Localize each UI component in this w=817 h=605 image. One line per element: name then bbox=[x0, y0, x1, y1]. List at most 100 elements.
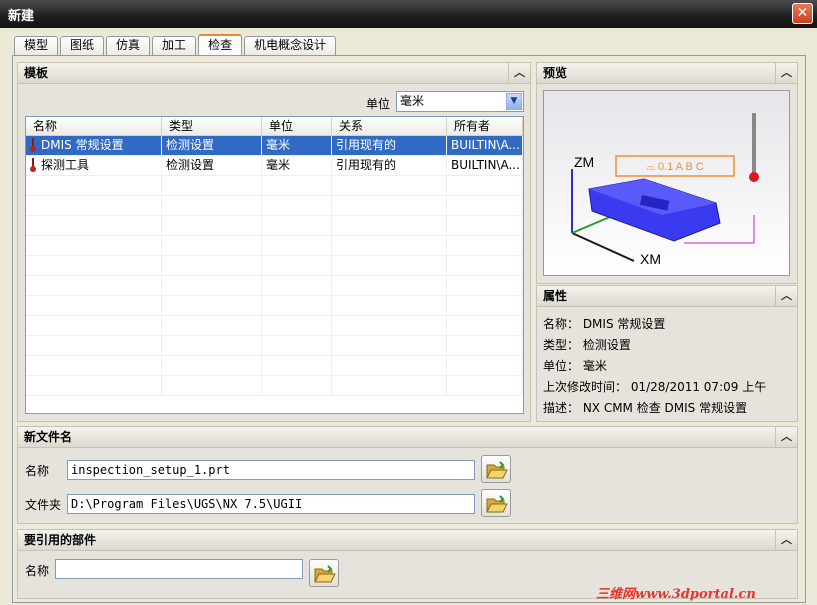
empty-cell bbox=[162, 176, 262, 195]
row-type-cell: 检测设置 bbox=[162, 156, 262, 175]
properties-panel-header[interactable]: 属性 ︿ bbox=[536, 285, 798, 307]
empty-cell bbox=[262, 196, 332, 215]
chevron-up-icon[interactable]: ︿ bbox=[775, 63, 797, 83]
empty-cell bbox=[162, 236, 262, 255]
empty-cell bbox=[447, 216, 523, 235]
empty-cell bbox=[332, 236, 447, 255]
empty-table-row bbox=[26, 296, 523, 316]
empty-table-row bbox=[26, 376, 523, 396]
column-header-unit[interactable]: 单位 bbox=[262, 117, 332, 135]
tab-model[interactable]: 模型 bbox=[14, 36, 59, 55]
empty-cell bbox=[447, 276, 523, 295]
empty-cell bbox=[332, 336, 447, 355]
table-row[interactable]: 探测工具 检测设置 毫米 引用现有的 BUILTIN\A... bbox=[26, 156, 523, 176]
column-header-name[interactable]: 名称 bbox=[26, 117, 162, 135]
unit-label: 单位 bbox=[366, 97, 391, 111]
reference-panel-title: 要引用的部件 bbox=[24, 533, 97, 547]
row-name-cell: 探测工具 bbox=[26, 156, 162, 175]
property-description: 描述： NX CMM 检查 DMIS 常规设置 bbox=[543, 401, 748, 415]
indicator-ball bbox=[749, 172, 759, 182]
reference-panel-header[interactable]: 要引用的部件 ︿ bbox=[17, 529, 798, 551]
row-relation-cell: 引用现有的 bbox=[332, 136, 447, 155]
column-header-owner[interactable]: 所有者 bbox=[447, 117, 523, 135]
empty-cell bbox=[332, 376, 447, 395]
template-panel-title: 模板 bbox=[24, 66, 49, 80]
empty-cell bbox=[447, 356, 523, 375]
empty-cell bbox=[26, 216, 162, 235]
table-row[interactable]: DMIS 常规设置 检测设置 毫米 引用现有的 BUILTIN\A... bbox=[26, 136, 523, 156]
empty-table-row bbox=[26, 276, 523, 296]
chevron-up-icon[interactable]: ︿ bbox=[775, 427, 797, 447]
column-header-relation[interactable]: 关系 bbox=[332, 117, 447, 135]
empty-cell bbox=[262, 356, 332, 375]
empty-cell bbox=[26, 296, 162, 315]
zm-label: ZM bbox=[574, 154, 594, 170]
empty-cell bbox=[447, 236, 523, 255]
reference-name-input[interactable] bbox=[55, 559, 303, 579]
empty-cell bbox=[332, 196, 447, 215]
open-folder-icon bbox=[314, 565, 336, 583]
folder-input[interactable]: D:\Program Files\UGS\NX 7.5\UGII bbox=[67, 494, 475, 514]
empty-cell bbox=[332, 176, 447, 195]
chevron-up-icon[interactable]: ︿ bbox=[775, 530, 797, 550]
column-header-type[interactable]: 类型 bbox=[162, 117, 262, 135]
part-preview-graphic: ⌓ 0.1 A B C ZM XM bbox=[571, 113, 759, 267]
empty-table-row bbox=[26, 196, 523, 216]
empty-cell bbox=[162, 316, 262, 335]
row-unit-cell: 毫米 bbox=[262, 156, 332, 175]
row-owner-cell: BUILTIN\A... bbox=[447, 136, 523, 155]
template-table: 名称 类型 单位 关系 所有者 DMIS 常规设置 检测设置 毫米 引用现有的 … bbox=[25, 116, 524, 414]
template-panel-header[interactable]: 模板 ︿ bbox=[17, 62, 531, 84]
empty-cell bbox=[262, 296, 332, 315]
row-unit-cell: 毫米 bbox=[262, 136, 332, 155]
unit-select[interactable]: 毫米 ▼ bbox=[396, 91, 524, 112]
preview-panel-header[interactable]: 预览 ︿ bbox=[536, 62, 798, 84]
empty-cell bbox=[162, 356, 262, 375]
empty-cell bbox=[262, 236, 332, 255]
property-name: 名称： DMIS 常规设置 bbox=[543, 317, 666, 331]
empty-cell bbox=[262, 316, 332, 335]
browse-folder-button[interactable] bbox=[481, 489, 511, 517]
dropdown-arrow-icon[interactable]: ▼ bbox=[506, 93, 522, 110]
empty-table-row bbox=[26, 176, 523, 196]
row-name-text: DMIS 常规设置 bbox=[41, 138, 124, 152]
tab-drawing[interactable]: 图纸 bbox=[60, 36, 105, 55]
empty-cell bbox=[162, 196, 262, 215]
reference-name-label: 名称 bbox=[25, 564, 50, 578]
row-relation-cell: 引用现有的 bbox=[332, 156, 447, 175]
tab-simulation[interactable]: 仿真 bbox=[106, 36, 151, 55]
empty-cell bbox=[262, 216, 332, 235]
close-button[interactable]: ✕ bbox=[792, 3, 813, 24]
empty-cell bbox=[26, 376, 162, 395]
empty-cell bbox=[262, 276, 332, 295]
chevron-up-icon[interactable]: ︿ bbox=[508, 63, 530, 83]
file-name-label: 名称 bbox=[25, 464, 50, 478]
empty-cell bbox=[447, 376, 523, 395]
tab-inspection[interactable]: 检查 bbox=[198, 34, 243, 55]
new-file-panel-header[interactable]: 新文件名 ︿ bbox=[17, 426, 798, 448]
title-bar: 新建 ✕ bbox=[0, 0, 817, 28]
tab-mechatronics[interactable]: 机电概念设计 bbox=[244, 36, 337, 55]
watermark: 三维网www.3dportal.cn bbox=[596, 587, 756, 602]
property-modified: 上次修改时间： 01/28/2011 07:09 上午 bbox=[543, 380, 767, 394]
preview-panel-title: 预览 bbox=[543, 66, 568, 80]
tab-manufacturing[interactable]: 加工 bbox=[152, 36, 197, 55]
empty-cell bbox=[447, 316, 523, 335]
empty-cell bbox=[447, 176, 523, 195]
xm-label: XM bbox=[640, 251, 661, 267]
file-name-input[interactable]: inspection_setup_1.prt bbox=[67, 460, 475, 480]
row-type-cell: 检测设置 bbox=[162, 136, 262, 155]
empty-cell bbox=[162, 336, 262, 355]
browse-name-button[interactable] bbox=[481, 455, 511, 483]
empty-cell bbox=[26, 256, 162, 275]
empty-cell bbox=[162, 276, 262, 295]
empty-cell bbox=[162, 376, 262, 395]
empty-cell bbox=[26, 236, 162, 255]
thermometer-icon bbox=[30, 158, 36, 172]
browse-reference-button[interactable] bbox=[309, 559, 339, 587]
row-name-cell: DMIS 常规设置 bbox=[26, 136, 162, 155]
chevron-up-icon[interactable]: ︿ bbox=[775, 286, 797, 306]
empty-cell bbox=[447, 256, 523, 275]
empty-cell bbox=[26, 196, 162, 215]
empty-cell bbox=[332, 316, 447, 335]
